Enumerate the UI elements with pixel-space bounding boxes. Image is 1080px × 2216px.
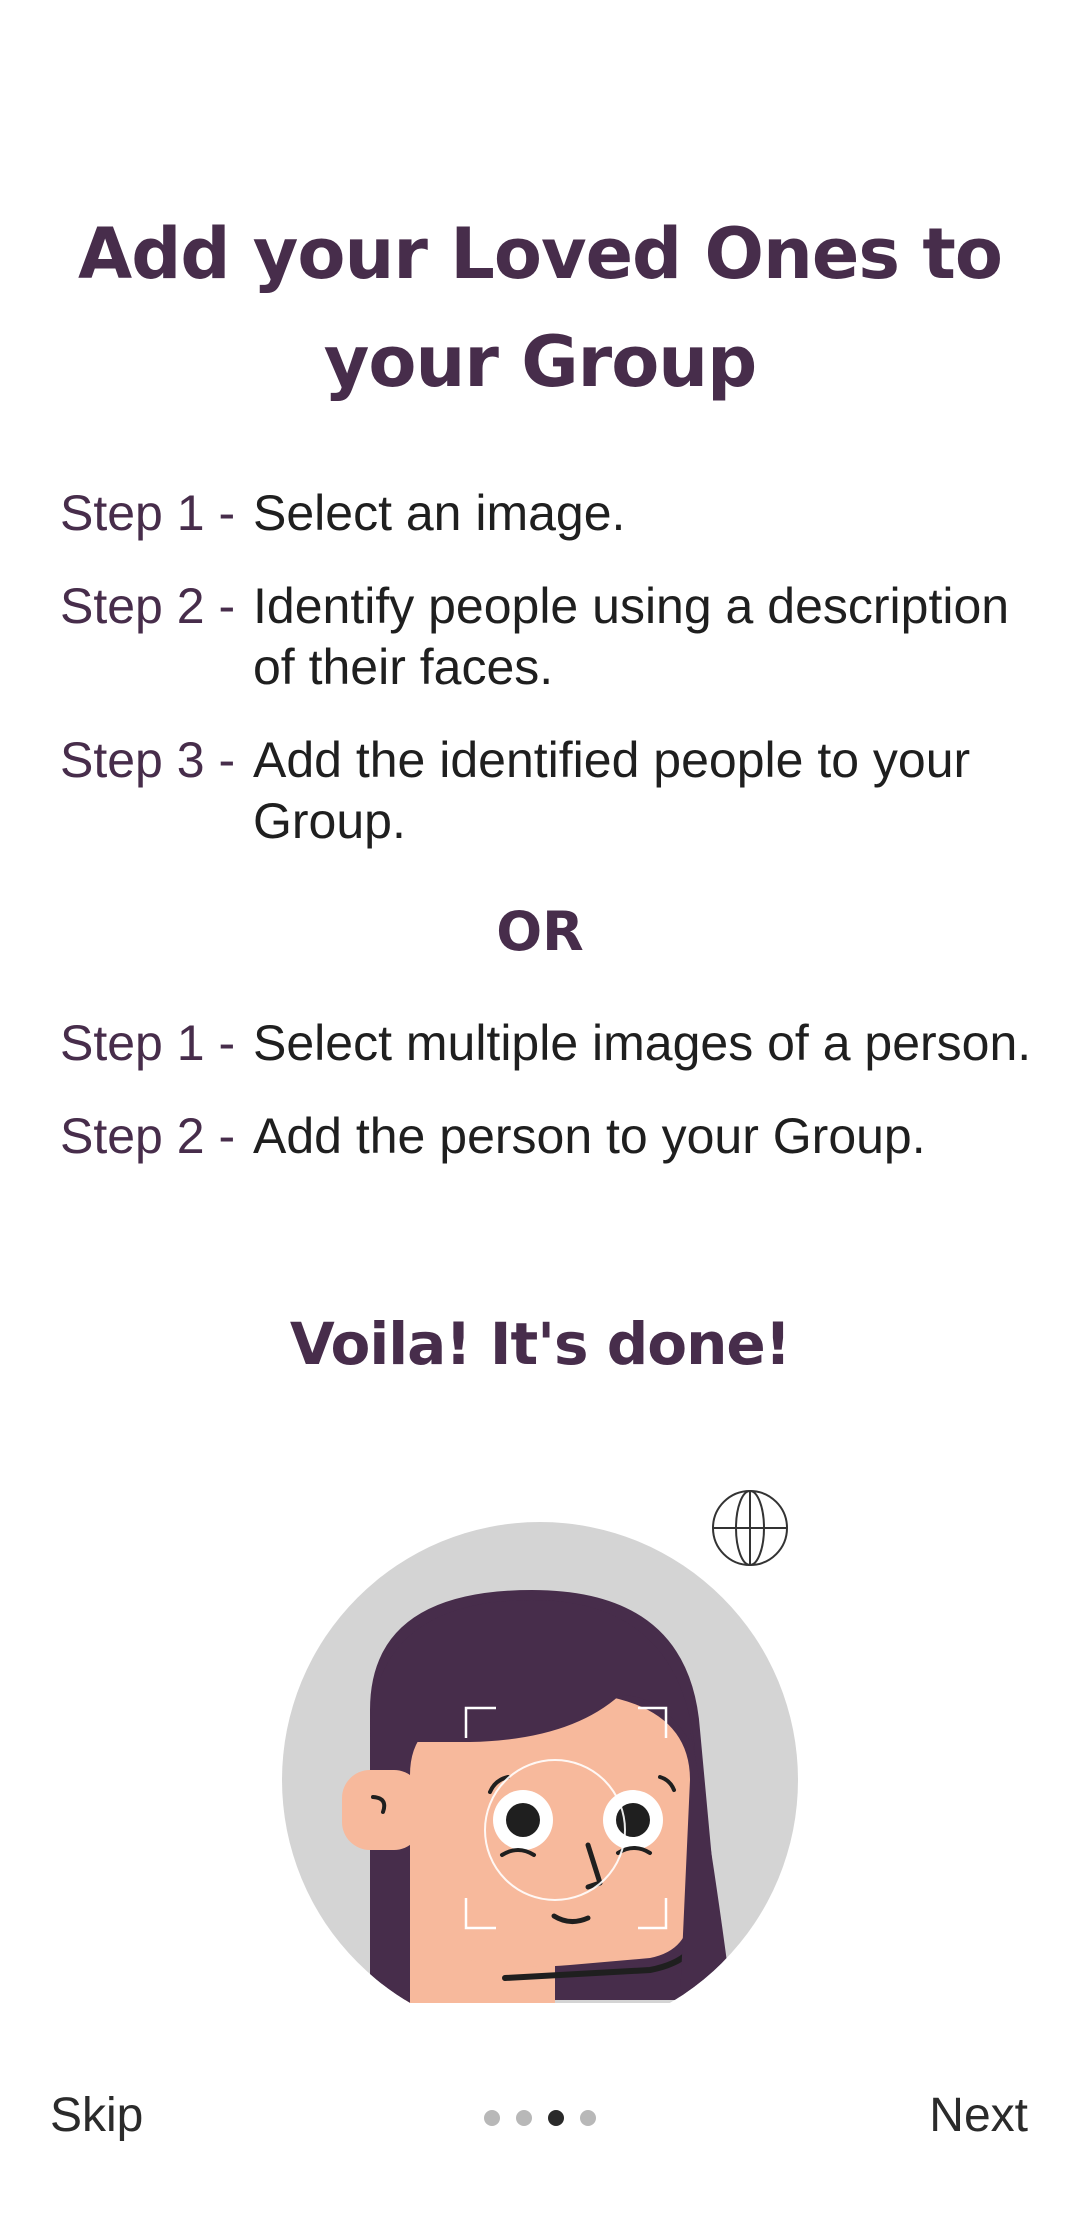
step-item: Step 1 - Select multiple images of a per… <box>60 1013 1040 1074</box>
globe-icon <box>712 1490 788 1566</box>
step-label: Step 1 - <box>60 485 236 541</box>
step-text: Identify people using a description of t… <box>253 578 1010 695</box>
skip-button[interactable]: Skip <box>50 2088 143 2143</box>
step-text: Add the identified people to your Group. <box>253 732 971 849</box>
step-label: Step 2 - <box>60 1108 236 1164</box>
step-label: Step 1 - <box>60 1015 236 1071</box>
bottom-navigation-bar: Skip Next <box>0 2080 1080 2150</box>
page-title: Add your Loved Ones to your Group <box>78 213 1003 403</box>
done-message: Voila! It's done! <box>289 1310 791 1378</box>
page-dot <box>484 2110 500 2126</box>
step-label: Step 3 - <box>60 732 236 788</box>
face-scan-illustration <box>270 1480 810 2010</box>
step-item: Step 3 - Add the identified people to yo… <box>60 730 1040 852</box>
step-text: Select an image. <box>253 485 626 541</box>
next-button[interactable]: Next <box>929 2088 1028 2143</box>
step-item: Step 1 - Select an image. <box>60 483 1040 544</box>
step-item: Step 2 - Identify people using a descrip… <box>60 576 1040 698</box>
steps-list-multiple-images: Step 1 - Select multiple images of a per… <box>60 1013 1040 1199</box>
page-dot <box>580 2110 596 2126</box>
page-dot-active <box>548 2110 564 2126</box>
steps-list-single-image: Step 1 - Select an image. Step 2 - Ident… <box>60 483 1040 884</box>
page-indicator <box>484 2110 596 2126</box>
step-text: Select multiple images of a person. <box>253 1015 1032 1071</box>
step-text: Add the person to your Group. <box>253 1108 926 1164</box>
step-item: Step 2 - Add the person to your Group. <box>60 1106 1040 1167</box>
step-label: Step 2 - <box>60 578 236 634</box>
page-dot <box>516 2110 532 2126</box>
or-divider: OR <box>496 900 584 963</box>
